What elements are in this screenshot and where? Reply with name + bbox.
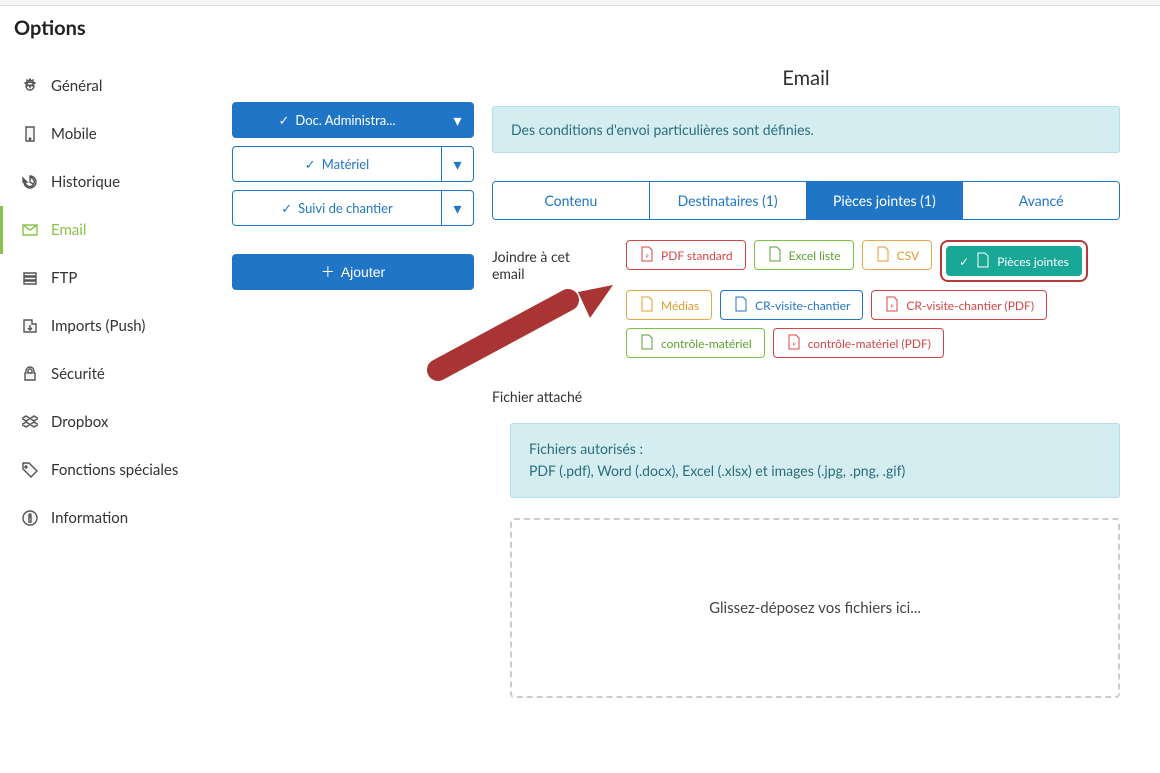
category-button-label: Suivi de chantier	[298, 200, 393, 216]
sidebar: Général Mobile Historique Email FTP Imports (…	[0, 52, 232, 698]
check-icon: ✓	[305, 156, 316, 173]
panel-title: Email	[492, 66, 1120, 90]
chip-cr-visite-chantier[interactable]: CR-visite-chantier	[720, 290, 863, 320]
category-dropdown-1[interactable]: ▾	[442, 146, 474, 182]
chip-label: Pièces jointes	[997, 254, 1069, 269]
highlighted-chip: ✓ Pièces jointes	[940, 240, 1088, 282]
dropzone-text: Glissez-déposez vos fichiers ici...	[709, 599, 921, 617]
sidebar-item-mobile[interactable]: Mobile	[0, 110, 232, 158]
check-icon: ✓	[279, 112, 290, 129]
category-dropdown-0[interactable]: ▾	[442, 102, 474, 138]
svg-text:P: P	[792, 342, 795, 348]
tab-1[interactable]: Destinataires (1)	[650, 182, 807, 219]
sidebar-item-label: Général	[51, 77, 102, 95]
sidebar-item-label: Mobile	[51, 125, 97, 143]
file-icon: P	[786, 334, 802, 353]
category-button-2[interactable]: ✓ Suivi de chantier	[232, 190, 442, 226]
chip-label: PDF standard	[661, 248, 733, 263]
chip-cr-visite-chantier-pdf-[interactable]: P CR-visite-chantier (PDF)	[871, 290, 1047, 320]
file-section-label: Fichier attaché	[492, 388, 1120, 405]
chip-label: CSV	[897, 248, 920, 263]
svg-text:P: P	[645, 254, 648, 260]
chip-label: contrôle-matériel (PDF)	[808, 336, 931, 351]
chip-pdf-standard[interactable]: P PDF standard	[626, 240, 746, 270]
sidebar-item-information[interactable]: Information	[0, 494, 232, 542]
file-icon	[767, 246, 783, 265]
check-icon: ✓	[281, 200, 292, 217]
plus-icon: ＋	[321, 262, 335, 282]
dropbox-icon	[21, 413, 39, 431]
file-icon	[975, 252, 991, 271]
sidebar-item-s-curit-[interactable]: Sécurité	[0, 350, 232, 398]
sidebar-item-email[interactable]: Email	[0, 206, 232, 254]
chip-csv[interactable]: CSV	[862, 240, 933, 270]
check-icon: ✓	[959, 254, 969, 269]
sidebar-item-label: Imports (Push)	[51, 317, 145, 335]
sidebar-item-label: Information	[51, 509, 128, 527]
mobile-icon	[21, 125, 39, 143]
file-dropzone[interactable]: Glissez-déposez vos fichiers ici...	[510, 518, 1120, 698]
conditions-alert: Des conditions d'envoi particulières son…	[492, 106, 1120, 153]
chip-label: CR-visite-chantier (PDF)	[906, 298, 1034, 313]
sidebar-item-label: Historique	[51, 173, 120, 191]
sidebar-item-label: Dropbox	[51, 413, 108, 431]
import-icon	[21, 317, 39, 335]
tabs: ContenuDestinataires (1)Pièces jointes (…	[492, 181, 1120, 220]
caret-down-icon: ▾	[453, 199, 461, 218]
svg-text:P: P	[891, 304, 894, 310]
category-button-0[interactable]: ✓ Doc. Administra...	[232, 102, 442, 138]
sidebar-item-imports-push-[interactable]: Imports (Push)	[0, 302, 232, 350]
sidebar-item-label: FTP	[51, 269, 77, 287]
sidebar-item-ftp[interactable]: FTP	[0, 254, 232, 302]
file-icon: P	[639, 246, 655, 265]
attachment-chips: P PDF standard Excel liste CSV ✓ Pièces joint…	[626, 240, 1120, 358]
page-title: Options	[0, 6, 1160, 52]
category-dropdown-2[interactable]: ▾	[442, 190, 474, 226]
gear-icon	[21, 77, 39, 95]
chip-pi-ces-jointes[interactable]: ✓ Pièces jointes	[946, 246, 1082, 276]
history-icon	[21, 173, 39, 191]
file-icon: P	[884, 296, 900, 315]
chip-excel-liste[interactable]: Excel liste	[754, 240, 854, 270]
lock-icon	[21, 365, 39, 383]
category-button-label: Doc. Administra...	[295, 112, 395, 128]
tag-icon	[21, 461, 39, 479]
allowed-files-info: Fichiers autorisés : PDF (.pdf), Word (.…	[510, 423, 1120, 498]
caret-down-icon: ▾	[453, 111, 461, 130]
main-panel: Email Des conditions d'envoi particulièr…	[482, 52, 1160, 698]
attach-section-label: Joindre à cet email	[492, 240, 602, 282]
server-icon	[21, 269, 39, 287]
chip-label: Médias	[661, 298, 699, 313]
file-icon	[639, 296, 655, 315]
mail-icon	[21, 221, 39, 239]
sidebar-item-fonctions-sp-ciales[interactable]: Fonctions spéciales	[0, 446, 232, 494]
chip-label: contrôle-matériel	[661, 336, 752, 351]
file-icon	[733, 296, 749, 315]
category-button-1[interactable]: ✓ Matériel	[232, 146, 442, 182]
sidebar-item-historique[interactable]: Historique	[0, 158, 232, 206]
sidebar-item-label: Email	[51, 221, 86, 239]
file-icon	[875, 246, 891, 265]
tab-3[interactable]: Avancé	[963, 182, 1119, 219]
allowed-files-line2: PDF (.pdf), Word (.docx), Excel (.xlsx) …	[529, 460, 1101, 482]
chip-m-dias[interactable]: Médias	[626, 290, 712, 320]
caret-down-icon: ▾	[453, 155, 461, 174]
allowed-files-line1: Fichiers autorisés :	[529, 438, 1101, 460]
sidebar-item-label: Fonctions spéciales	[51, 461, 178, 479]
category-button-label: Matériel	[322, 156, 370, 172]
add-button[interactable]: ＋ Ajouter	[232, 254, 474, 290]
tab-2[interactable]: Pièces jointes (1)	[807, 182, 964, 219]
chip-contr-le-mat-riel-pdf-[interactable]: Pcontrôle-matériel (PDF)	[773, 328, 944, 358]
category-column: ✓ Doc. Administra... ▾ ✓ Matériel ▾ ✓ Su…	[232, 52, 482, 698]
sidebar-item-label: Sécurité	[51, 365, 105, 383]
add-button-label: Ajouter	[341, 264, 385, 280]
chip-contr-le-mat-riel[interactable]: contrôle-matériel	[626, 328, 765, 358]
chip-label: Excel liste	[789, 248, 841, 263]
chip-label: CR-visite-chantier	[755, 298, 850, 313]
info-icon	[21, 509, 39, 527]
sidebar-item-dropbox[interactable]: Dropbox	[0, 398, 232, 446]
tab-0[interactable]: Contenu	[493, 182, 650, 219]
sidebar-item-g-n-ral[interactable]: Général	[0, 62, 232, 110]
file-icon	[639, 334, 655, 353]
